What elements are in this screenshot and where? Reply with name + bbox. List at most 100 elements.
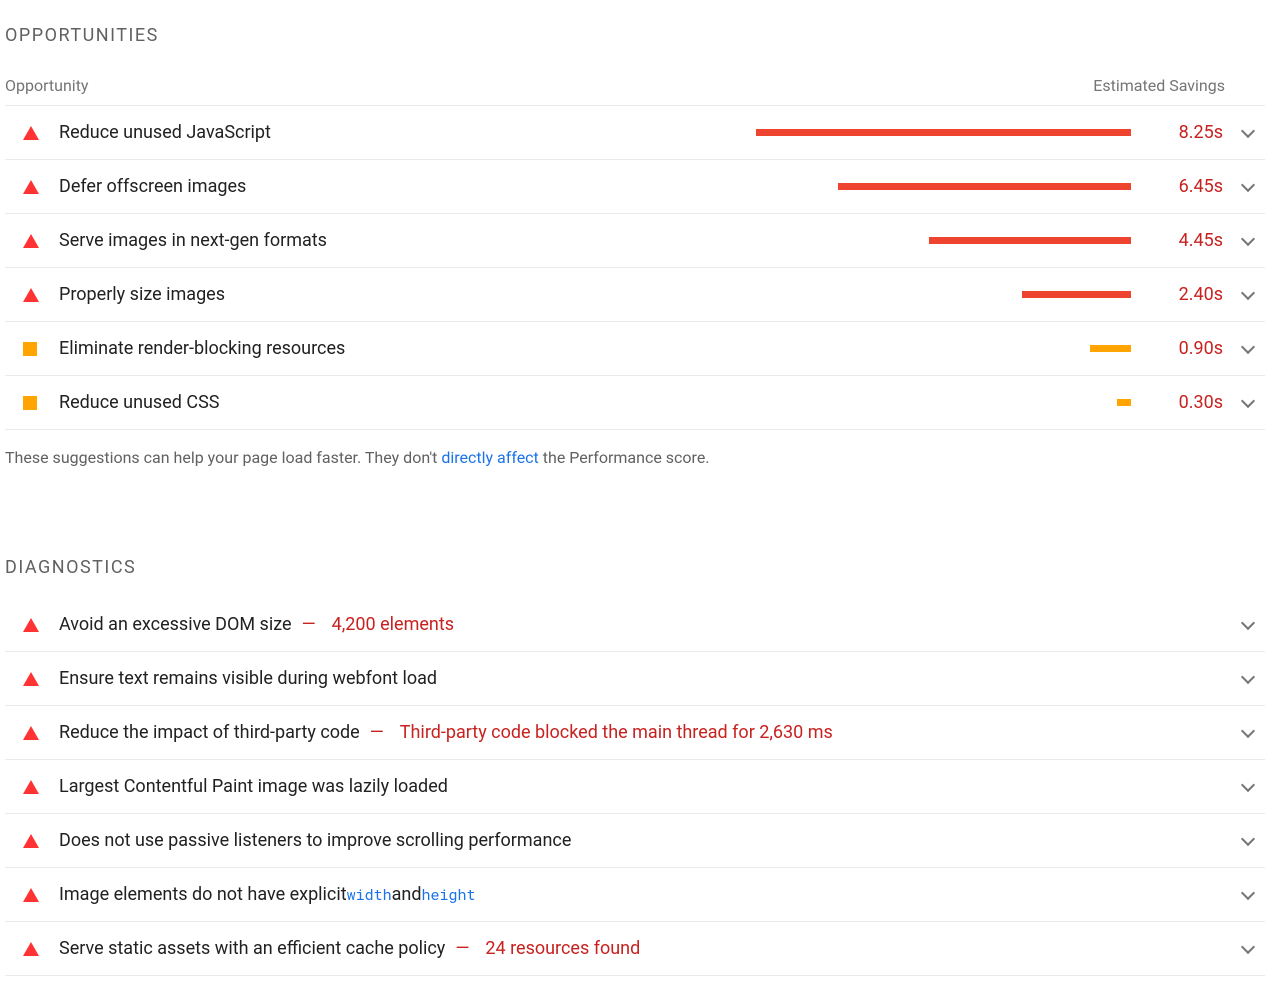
severity-fail-icon: [5, 888, 59, 902]
expand-toggle[interactable]: [1231, 730, 1265, 736]
diagnostic-title: Image elements do not have explicit widt…: [59, 884, 1231, 905]
expand-toggle[interactable]: [1231, 238, 1265, 244]
opportunity-row[interactable]: Properly size images 2.40s: [5, 268, 1265, 322]
chevron-down-icon: [1241, 723, 1255, 737]
chevron-down-icon: [1241, 177, 1255, 191]
savings-bar: [1117, 399, 1131, 406]
triangle-icon: [23, 888, 39, 902]
opportunity-title: Properly size images: [59, 284, 719, 305]
opportunities-section-title: OPPORTUNITIES: [5, 25, 1265, 46]
footnote-pre: These suggestions can help your page loa…: [5, 448, 441, 467]
savings-value: 6.45s: [1141, 176, 1231, 197]
savings-bar: [929, 237, 1131, 244]
opportunity-row[interactable]: Reduce unused JavaScript8.25s: [5, 106, 1265, 160]
savings-value: 4.45s: [1141, 230, 1231, 251]
opportunity-title: Reduce unused CSS: [59, 392, 719, 413]
square-icon: [23, 396, 37, 410]
opportunity-title: Eliminate render-blocking resources: [59, 338, 719, 359]
diagnostic-row[interactable]: Does not use passive listeners to improv…: [5, 814, 1265, 868]
opportunity-row[interactable]: Serve images in next-gen formats 4.45s: [5, 214, 1265, 268]
diagnostic-detail: 24 resources found: [485, 938, 640, 959]
severity-fail-icon: [5, 234, 59, 248]
code-token: height: [422, 885, 476, 905]
chevron-down-icon: [1241, 285, 1255, 299]
code-token: width: [347, 885, 392, 905]
savings-bar-container: [719, 237, 1141, 244]
expand-toggle[interactable]: [1231, 838, 1265, 844]
diagnostic-row[interactable]: Reduce the impact of third-party code—Th…: [5, 706, 1265, 760]
diagnostic-title: Reduce the impact of third-party code—Th…: [59, 722, 1231, 743]
savings-value: 2.40s: [1141, 284, 1231, 305]
triangle-icon: [23, 726, 39, 740]
footnote-link[interactable]: directly affect: [441, 448, 538, 467]
triangle-icon: [23, 234, 39, 248]
savings-bar: [1090, 345, 1131, 352]
expand-toggle[interactable]: [1231, 130, 1265, 136]
chevron-down-icon: [1241, 777, 1255, 791]
severity-fail-icon: [5, 288, 59, 302]
savings-column-header: Estimated Savings: [725, 76, 1265, 95]
savings-value: 0.90s: [1141, 338, 1231, 359]
opportunities-header-row: Opportunity Estimated Savings: [5, 66, 1265, 106]
opportunity-title: Serve images in next-gen formats: [59, 230, 719, 251]
triangle-icon: [23, 942, 39, 956]
chevron-down-icon: [1241, 939, 1255, 953]
square-icon: [23, 342, 37, 356]
triangle-icon: [23, 126, 39, 140]
footnote-post: the Performance score.: [539, 448, 710, 467]
savings-bar-container: [719, 345, 1141, 352]
opportunity-title: Defer offscreen images: [59, 176, 719, 197]
expand-toggle[interactable]: [1231, 892, 1265, 898]
severity-fail-icon: [5, 618, 59, 632]
savings-bar: [1022, 291, 1131, 298]
severity-fail-icon: [5, 726, 59, 740]
severity-fail-icon: [5, 780, 59, 794]
severity-average-icon: [5, 396, 59, 410]
diagnostic-title: Largest Contentful Paint image was lazil…: [59, 776, 1231, 797]
triangle-icon: [23, 180, 39, 194]
opportunity-row[interactable]: Defer offscreen images 6.45s: [5, 160, 1265, 214]
severity-average-icon: [5, 342, 59, 356]
expand-toggle[interactable]: [1231, 784, 1265, 790]
diagnostic-detail: Third-party code blocked the main thread…: [400, 722, 833, 743]
savings-bar-container: [719, 129, 1141, 136]
severity-fail-icon: [5, 942, 59, 956]
diagnostic-row[interactable]: Largest Contentful Paint image was lazil…: [5, 760, 1265, 814]
opportunity-title: Reduce unused JavaScript: [59, 122, 719, 143]
opportunity-row[interactable]: Reduce unused CSS0.30s: [5, 376, 1265, 430]
chevron-down-icon: [1241, 393, 1255, 407]
expand-toggle[interactable]: [1231, 346, 1265, 352]
chevron-down-icon: [1241, 231, 1255, 245]
expand-toggle[interactable]: [1231, 184, 1265, 190]
opportunity-row[interactable]: Eliminate render-blocking resources 0.90s: [5, 322, 1265, 376]
severity-fail-icon: [5, 834, 59, 848]
diagnostic-detail: 4,200 elements: [332, 614, 454, 635]
chevron-down-icon: [1241, 669, 1255, 683]
diagnostic-title: Serve static assets with an efficient ca…: [59, 938, 1231, 959]
diagnostic-title: Avoid an excessive DOM size—4,200 elemen…: [59, 614, 1231, 635]
diagnostic-row[interactable]: Ensure text remains visible during webfo…: [5, 652, 1265, 706]
savings-bar: [756, 129, 1131, 136]
triangle-icon: [23, 288, 39, 302]
expand-toggle[interactable]: [1231, 946, 1265, 952]
triangle-icon: [23, 618, 39, 632]
severity-fail-icon: [5, 126, 59, 140]
diagnostic-title: Ensure text remains visible during webfo…: [59, 668, 1231, 689]
expand-toggle[interactable]: [1231, 292, 1265, 298]
expand-toggle[interactable]: [1231, 622, 1265, 628]
savings-bar-container: [719, 291, 1141, 298]
chevron-down-icon: [1241, 339, 1255, 353]
severity-fail-icon: [5, 672, 59, 686]
diagnostic-row[interactable]: Image elements do not have explicit widt…: [5, 868, 1265, 922]
opportunity-column-header: Opportunity: [5, 76, 725, 95]
diagnostic-row[interactable]: Serve static assets with an efficient ca…: [5, 922, 1265, 976]
detail-separator: —: [455, 938, 469, 959]
triangle-icon: [23, 672, 39, 686]
diagnostic-row[interactable]: Avoid an excessive DOM size—4,200 elemen…: [5, 598, 1265, 652]
expand-toggle[interactable]: [1231, 400, 1265, 406]
triangle-icon: [23, 780, 39, 794]
severity-fail-icon: [5, 180, 59, 194]
expand-toggle[interactable]: [1231, 676, 1265, 682]
savings-bar-container: [719, 183, 1141, 190]
detail-separator: —: [370, 722, 384, 743]
